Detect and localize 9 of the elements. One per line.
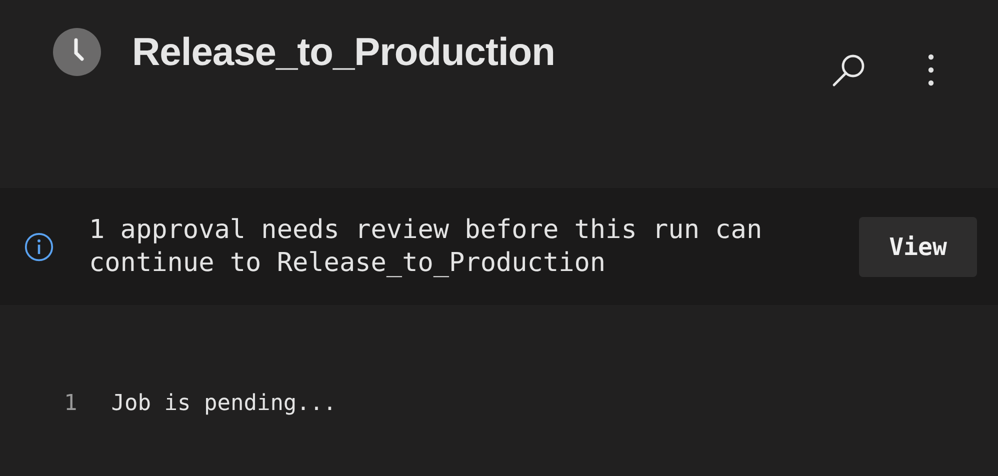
more-options-icon[interactable] (928, 54, 934, 86)
clock-icon (53, 28, 101, 76)
log-text: Job is pending... (111, 391, 336, 416)
view-button[interactable]: View (859, 216, 977, 276)
line-number: 1 (64, 391, 78, 416)
pipeline-title: Release_to_Production (132, 31, 555, 75)
info-icon (24, 232, 54, 262)
approval-message: 1 approval needs review before this run can continue to Release_to_Production (89, 214, 764, 280)
search-icon[interactable] (832, 53, 866, 87)
